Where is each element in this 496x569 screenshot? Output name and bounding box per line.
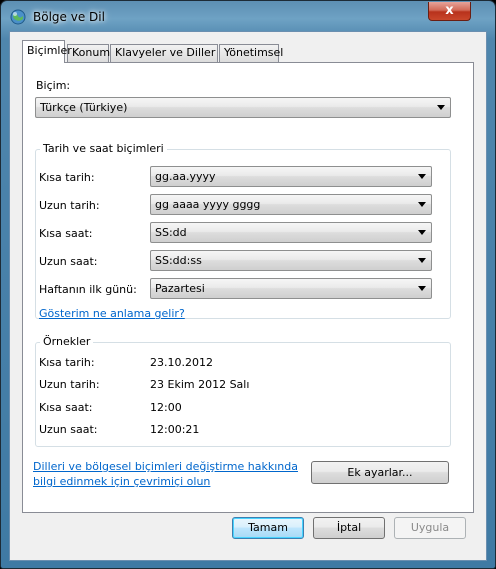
format-value: Türkçe (Türkiye) bbox=[40, 101, 128, 114]
examples-group: Örnekler Kısa tarih: 23.10.2012 Uzun tar… bbox=[35, 335, 451, 447]
close-icon: x bbox=[445, 3, 454, 18]
long-date-select[interactable]: gg aaaa yyyy gggg bbox=[150, 194, 432, 215]
tab-location[interactable]: Konum bbox=[67, 44, 110, 62]
long-time-select[interactable]: SS:dd:ss bbox=[150, 250, 432, 271]
tab-keyboards-languages[interactable]: Klavyeler ve Diller bbox=[110, 44, 218, 62]
long-date-label: Uzun tarih: bbox=[39, 199, 100, 212]
chevron-down-icon bbox=[418, 202, 426, 207]
globe-icon bbox=[10, 9, 26, 25]
example-long-time-label: Uzun saat: bbox=[39, 423, 98, 436]
dialog-window: Bölge ve Dil x Biçimler Konum Klavyeler … bbox=[0, 0, 496, 569]
notation-help-link[interactable]: Gösterim ne anlama gelir? bbox=[39, 307, 185, 320]
chevron-down-icon bbox=[418, 230, 426, 235]
apply-button[interactable]: Uygula bbox=[394, 517, 466, 539]
first-day-select[interactable]: Pazartesi bbox=[150, 278, 432, 299]
short-time-select[interactable]: SS:dd bbox=[150, 222, 432, 243]
first-day-label: Haftanın ilk günü: bbox=[39, 283, 137, 296]
additional-settings-button[interactable]: Ek ayarlar... bbox=[311, 461, 449, 484]
example-short-time-label: Kısa saat: bbox=[39, 401, 93, 414]
chevron-down-icon bbox=[437, 105, 445, 110]
short-time-label: Kısa saat: bbox=[39, 227, 93, 240]
example-short-date-label: Kısa tarih: bbox=[39, 356, 95, 369]
example-long-date-value: 23 Ekim 2012 Salı bbox=[150, 378, 250, 391]
example-short-time-value: 12:00 bbox=[150, 401, 182, 414]
example-short-date-value: 23.10.2012 bbox=[150, 356, 213, 369]
short-date-select[interactable]: gg.aa.yyyy bbox=[150, 166, 432, 187]
short-time-value: SS:dd bbox=[155, 226, 187, 239]
chevron-down-icon bbox=[418, 258, 426, 263]
first-day-value: Pazartesi bbox=[155, 282, 205, 295]
long-time-value: SS:dd:ss bbox=[155, 254, 202, 267]
example-long-date-label: Uzun tarih: bbox=[39, 378, 100, 391]
example-long-time-value: 12:00:21 bbox=[150, 423, 200, 436]
long-time-label: Uzun saat: bbox=[39, 255, 98, 268]
title-bar[interactable]: Bölge ve Dil x bbox=[1, 1, 495, 31]
close-button[interactable]: x bbox=[428, 2, 471, 21]
dialog-body: Biçimler Konum Klavyeler ve Diller Yönet… bbox=[9, 31, 487, 561]
formats-panel: Biçim: Türkçe (Türkiye) Tarih ve saat bi… bbox=[22, 62, 474, 513]
chevron-down-icon bbox=[418, 286, 426, 291]
format-label: Biçim: bbox=[36, 79, 71, 92]
format-select[interactable]: Türkçe (Türkiye) bbox=[35, 97, 451, 118]
examples-group-title: Örnekler bbox=[40, 335, 94, 348]
tab-administrative[interactable]: Yönetimsel bbox=[219, 44, 283, 62]
datetime-group: Tarih ve saat biçimleri Kısa tarih: gg.a… bbox=[35, 142, 451, 320]
short-date-label: Kısa tarih: bbox=[39, 171, 95, 184]
online-info-link-line1[interactable]: Dilleri ve bölgesel biçimleri değiştirme… bbox=[33, 460, 298, 473]
tab-formats[interactable]: Biçimler bbox=[22, 40, 72, 63]
ok-button[interactable]: Tamam bbox=[232, 517, 304, 539]
long-date-value: gg aaaa yyyy gggg bbox=[155, 198, 261, 211]
cancel-button[interactable]: İptal bbox=[313, 517, 385, 539]
chevron-down-icon bbox=[418, 174, 426, 179]
datetime-group-title: Tarih ve saat biçimleri bbox=[40, 142, 167, 155]
window-title: Bölge ve Dil bbox=[33, 10, 105, 24]
short-date-value: gg.aa.yyyy bbox=[155, 170, 216, 183]
online-info-link-line2[interactable]: bilgi edinmek için çevrimiçi olun bbox=[33, 475, 210, 488]
